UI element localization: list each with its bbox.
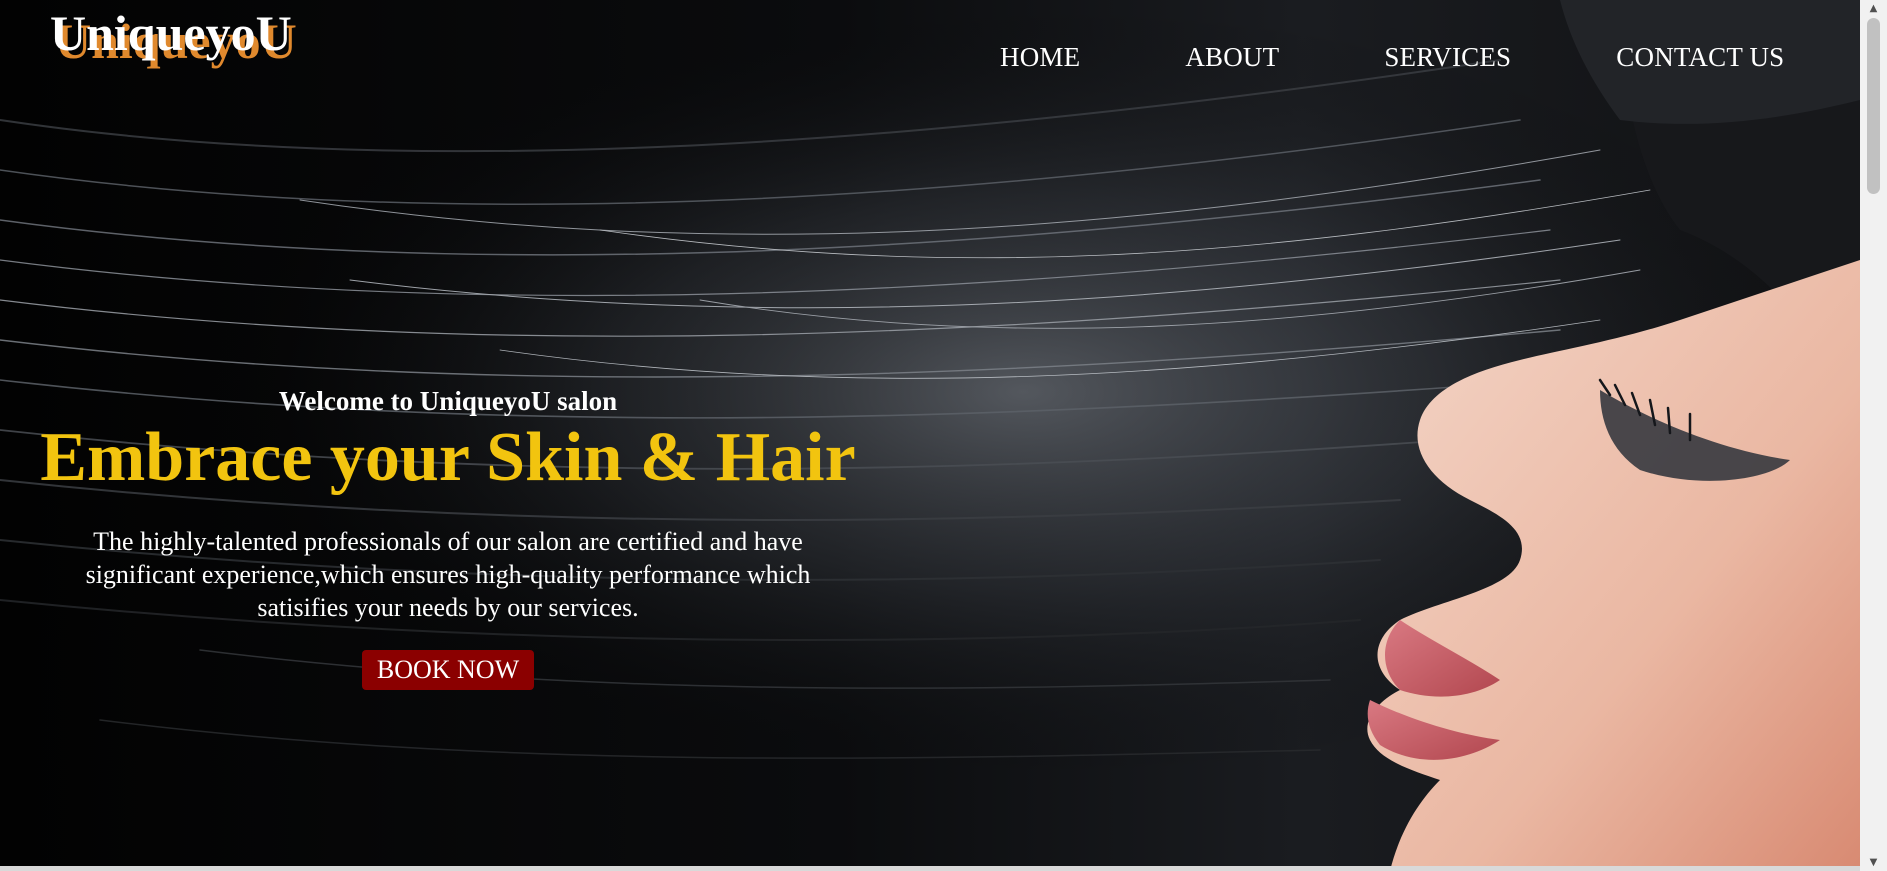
scroll-down-arrow-icon[interactable]: ▼ <box>1860 854 1887 871</box>
window-bottom-border <box>0 866 1860 871</box>
nav-about[interactable]: ABOUT <box>1185 42 1279 73</box>
nav-services[interactable]: SERVICES <box>1384 42 1511 73</box>
main-nav: HOME ABOUT SERVICES CONTACT US <box>1000 42 1784 73</box>
book-now-button[interactable]: BOOK NOW <box>361 649 535 690</box>
hero-section: UniqueyoU UniqueyoU HOME ABOUT SERVICES … <box>0 0 1860 871</box>
site-logo[interactable]: UniqueyoU UniqueyoU <box>50 5 297 66</box>
hero-welcome: Welcome to UniqueyoU salon <box>278 386 618 416</box>
vertical-scrollbar[interactable]: ▲ ▼ <box>1860 0 1887 871</box>
hero-headline: Embrace your Skin & Hair <box>40 419 856 496</box>
hero-content: Welcome to UniqueyoU salon Embrace your … <box>30 386 866 690</box>
browser-viewport: UniqueyoU UniqueyoU HOME ABOUT SERVICES … <box>0 0 1887 871</box>
nav-home[interactable]: HOME <box>1000 42 1080 73</box>
scroll-up-arrow-icon[interactable]: ▲ <box>1860 0 1887 17</box>
scroll-thumb[interactable] <box>1867 18 1880 194</box>
hero-description: The highly-talented professionals of our… <box>85 526 811 622</box>
logo-text: UniqueyoU <box>50 5 292 61</box>
nav-contact-us[interactable]: CONTACT US <box>1616 42 1784 73</box>
